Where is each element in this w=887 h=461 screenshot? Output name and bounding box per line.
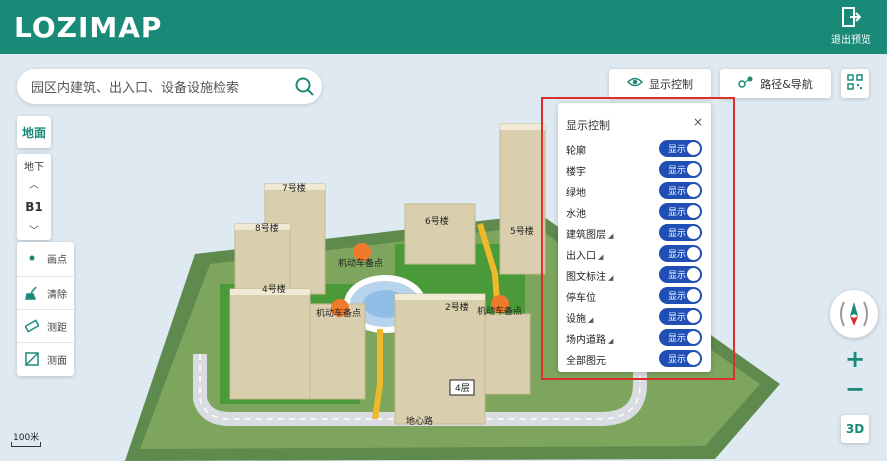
compass-button[interactable] <box>830 290 878 338</box>
tool-measure-distance[interactable]: 测距 <box>17 309 74 342</box>
search-icon[interactable] <box>295 77 314 96</box>
tool-draw-point[interactable]: 画点 <box>17 242 74 274</box>
map-3d-scene: 7号楼 8号楼 6号楼 5号楼 4号楼 2号楼 机动车备点 机动车备点 机动车备… <box>125 123 780 461</box>
route-navigation-label: 路径&导航 <box>760 77 813 91</box>
broom-icon <box>25 286 39 300</box>
display-control-label: 显示控制 <box>649 77 693 91</box>
current-floor[interactable]: B1 <box>17 200 51 214</box>
scale-bar: 100米 <box>11 430 41 447</box>
zoom-out-button[interactable]: − <box>843 375 867 403</box>
compass-icon <box>840 301 868 327</box>
ruler-icon <box>24 319 40 333</box>
svg-text:LOZIMAP: LOZIMAP <box>14 11 162 44</box>
exit-icon <box>841 6 862 28</box>
qr-code-button[interactable] <box>841 69 869 98</box>
building-label-7: 7号楼 <box>282 182 306 194</box>
building-label-4: 4号楼 <box>262 283 286 295</box>
tool-measure-area[interactable]: 测面 <box>17 342 74 375</box>
search-input[interactable] <box>29 77 265 99</box>
route-navigation-button[interactable]: 路径&导航 <box>720 69 831 98</box>
top-bar: LOZIMAP 退出预览 <box>0 0 887 54</box>
parking-marker-label: 机动车备点 <box>477 305 522 317</box>
eye-icon <box>626 76 644 91</box>
floor-tag: 4层 <box>455 383 470 394</box>
building-label-8: 8号楼 <box>255 222 279 234</box>
search-box[interactable] <box>17 69 322 104</box>
tool-label: 测面 <box>47 355 67 367</box>
tool-panel: 画点 清除 测距 测面 <box>17 242 74 376</box>
road-label: 地心路 <box>406 415 433 427</box>
tool-label: 测距 <box>47 322 67 334</box>
highlight-frame <box>541 97 735 380</box>
floor-selector: 地下 ︿ B1 ﹀ <box>17 154 51 240</box>
building-label-2: 2号楼 <box>445 301 469 313</box>
tool-label: 画点 <box>47 254 67 266</box>
view-3d-button[interactable]: 3D <box>841 415 869 443</box>
parking-marker-label: 机动车备点 <box>316 307 361 319</box>
scale-bar-line <box>11 442 41 447</box>
zoom-in-button[interactable]: + <box>843 345 867 373</box>
route-icon <box>738 75 754 92</box>
tool-label: 清除 <box>47 289 67 301</box>
ground-floor-button[interactable]: 地面 <box>17 116 51 148</box>
building-label-5: 5号楼 <box>510 225 534 237</box>
parking-marker-label: 机动车备点 <box>338 257 383 269</box>
tool-clear[interactable]: 清除 <box>17 276 74 309</box>
display-control-button[interactable]: 显示控制 <box>609 69 711 98</box>
area-icon <box>25 352 39 366</box>
dot-icon <box>25 251 39 265</box>
floor-down-button[interactable]: ﹀ <box>17 222 51 237</box>
qr-code-icon <box>847 74 863 93</box>
floor-up-button[interactable]: ︿ <box>17 176 51 191</box>
floor-group-label: 地下 <box>24 162 44 173</box>
map-canvas[interactable]: 7号楼 8号楼 6号楼 5号楼 4号楼 2号楼 机动车备点 机动车备点 机动车备… <box>0 54 887 461</box>
building-label-6: 6号楼 <box>425 215 449 227</box>
exit-label: 退出预览 <box>831 35 871 46</box>
app-logo: LOZIMAP <box>14 9 164 45</box>
exit-preview-button[interactable]: 退出预览 <box>829 6 873 46</box>
